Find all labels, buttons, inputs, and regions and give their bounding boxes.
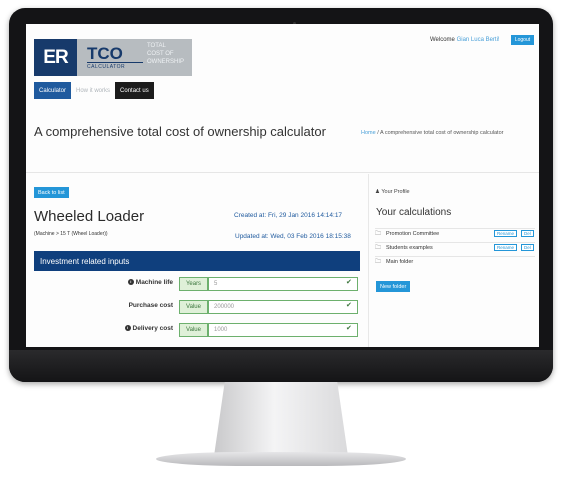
- profile-label: Your Profile: [381, 189, 410, 195]
- monitor-stand: [214, 382, 348, 456]
- user-name-link[interactable]: Gian Luca Berti!: [457, 37, 500, 43]
- input-row-machine-life: i Machine life Years 5 ✔: [34, 274, 360, 294]
- logo-sub-line: OWNERSHIP: [147, 59, 185, 65]
- rename-button[interactable]: Rename: [494, 244, 518, 251]
- logo-name: TCO: [87, 43, 123, 63]
- breadcrumb-current: A comprehensive total cost of ownership …: [379, 130, 504, 136]
- breadcrumb-separator: /: [377, 130, 379, 136]
- logo-mark: ER: [34, 39, 77, 76]
- folder-icon: 🗀: [375, 259, 382, 265]
- input-row-purchase-cost: Purchase cost Value 200000 ✔: [34, 297, 360, 317]
- logo-small: CALCULATOR: [87, 61, 143, 71]
- screen: ER TCO CALCULATOR TOTAL COST OF OWNERSHI…: [26, 24, 539, 347]
- folder-icon: 🗀: [375, 231, 382, 237]
- field-label-text: Delivery cost: [132, 325, 173, 332]
- field-label-text: Machine life: [135, 279, 173, 286]
- nav-how-it-works[interactable]: How it works: [71, 82, 116, 99]
- field-label: i Delivery cost: [124, 325, 173, 332]
- folder-item[interactable]: 🗀 Main folder: [375, 256, 535, 267]
- field-label: i Machine life: [127, 279, 173, 286]
- welcome-label: Welcome: [430, 37, 455, 43]
- delete-button[interactable]: Del: [521, 230, 534, 237]
- divider: [26, 172, 539, 173]
- created-at: Created at: Fri, 29 Jan 2016 14:14:17: [234, 212, 343, 219]
- unit-addon: Years: [179, 277, 208, 291]
- logo-sub-line: TOTAL: [147, 43, 166, 49]
- updated-at: Updated at: Wed, 03 Feb 2016 18:15:38: [235, 233, 351, 240]
- breadcrumb: Home / A comprehensive total cost of own…: [361, 130, 503, 136]
- column-divider: [368, 174, 369, 347]
- delivery-cost-input[interactable]: 1000: [208, 323, 358, 337]
- check-icon: ✔: [346, 302, 352, 309]
- machine-life-input[interactable]: 5: [208, 277, 358, 291]
- your-profile-link[interactable]: ♟ Your Profile: [375, 189, 410, 195]
- folder-name: Main folder: [386, 259, 414, 265]
- purchase-cost-input[interactable]: 200000: [208, 300, 358, 314]
- rename-button[interactable]: Rename: [494, 230, 518, 237]
- logo[interactable]: ER TCO CALCULATOR TOTAL COST OF OWNERSHI…: [34, 39, 192, 76]
- section-header: Investment related inputs: [34, 251, 360, 271]
- new-folder-button[interactable]: New folder: [376, 281, 411, 292]
- monitor-chin: [9, 350, 553, 382]
- unit-addon: Value: [179, 300, 208, 314]
- field-label-text: Purchase cost: [128, 302, 173, 309]
- main-nav: Calculator How it works Contact us: [34, 82, 154, 99]
- info-icon[interactable]: i: [124, 325, 131, 332]
- page-title: A comprehensive total cost of ownership …: [34, 124, 326, 139]
- logout-button[interactable]: Logout: [511, 35, 534, 45]
- sidebar-title: Your calculations: [376, 207, 452, 218]
- monitor-base: [156, 452, 406, 466]
- delete-button[interactable]: Del: [521, 244, 534, 251]
- welcome-text: Welcome Gian Luca Berti!: [430, 37, 500, 43]
- user-icon: ♟: [375, 189, 380, 195]
- breadcrumb-home[interactable]: Home: [361, 130, 376, 136]
- back-to-list-button[interactable]: Back to list: [34, 187, 69, 198]
- machine-path: (Machine > 15 T (Wheel Loader)): [34, 231, 108, 237]
- folder-name: Students examples: [386, 245, 433, 251]
- nav-contact-us[interactable]: Contact us: [115, 82, 154, 99]
- folder-name: Promotion Committee: [386, 231, 440, 237]
- info-icon[interactable]: i: [127, 279, 134, 286]
- input-row-delivery-cost: i Delivery cost Value 1000 ✔: [34, 320, 360, 340]
- logo-text: TCO CALCULATOR: [77, 39, 143, 76]
- check-icon: ✔: [346, 325, 352, 332]
- logo-sub-line: COST OF: [147, 51, 174, 57]
- calculation-title: Wheeled Loader: [34, 208, 145, 225]
- field-label: Purchase cost: [129, 302, 173, 309]
- nav-calculator[interactable]: Calculator: [34, 82, 72, 99]
- folder-icon: 🗀: [375, 245, 382, 251]
- unit-addon: Value: [179, 323, 208, 337]
- logo-subtitle: TOTAL COST OF OWNERSHIP: [143, 39, 184, 76]
- check-icon: ✔: [346, 279, 352, 286]
